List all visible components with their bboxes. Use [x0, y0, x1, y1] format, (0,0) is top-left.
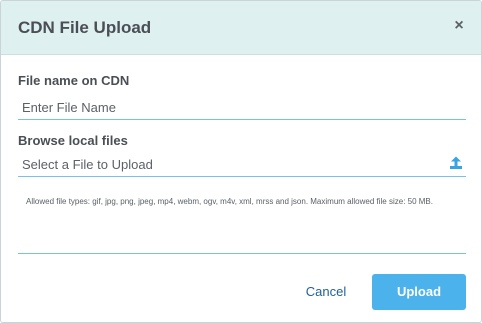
close-icon[interactable]: ×: [450, 15, 468, 37]
browse-field: [18, 152, 466, 177]
browse-file-input[interactable]: [18, 152, 442, 176]
file-name-input[interactable]: [18, 95, 442, 119]
cdn-upload-dialog: CDN File Upload × File name on CDN Brows…: [0, 0, 482, 323]
file-name-field: [18, 95, 466, 120]
upload-button[interactable]: Upload: [372, 274, 466, 310]
cancel-button[interactable]: Cancel: [296, 281, 356, 303]
allowed-file-types-help: Allowed file types: gif, jpg, png, jpeg,…: [26, 197, 433, 206]
file-name-label: File name on CDN: [18, 73, 130, 88]
browse-label: Browse local files: [18, 133, 128, 148]
help-divider: [18, 253, 466, 254]
upload-icon[interactable]: [449, 156, 463, 170]
dialog-header: CDN File Upload ×: [1, 1, 481, 55]
dialog-title: CDN File Upload: [18, 18, 152, 37]
